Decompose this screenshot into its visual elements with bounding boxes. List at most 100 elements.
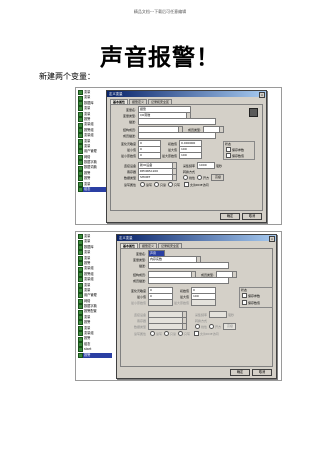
tree-node-icon [78, 320, 83, 326]
dialog-title: 定义变量 [119, 236, 133, 240]
convert-linear-radio [195, 324, 200, 330]
tree-item-label: 组态 [84, 187, 91, 192]
rw-readwrite-label: 读写 [156, 331, 163, 336]
tree-node-icon [78, 261, 83, 267]
reg-label: 寄存器 [136, 318, 146, 323]
save-value-label: 保存数值 [232, 153, 245, 158]
tree-item-label: 报警 [84, 352, 91, 357]
max-label: 最大值 [179, 294, 189, 299]
maxraw-input [191, 299, 216, 307]
desc-input[interactable] [138, 118, 216, 126]
ok-button[interactable]: 确定 [220, 212, 240, 220]
tree-node-icon [78, 352, 83, 358]
member-desc-input[interactable] [138, 132, 216, 140]
rw-readwrite-radio[interactable] [150, 331, 155, 337]
struct-label: 结构成员: [122, 127, 136, 132]
minraw-input [148, 299, 173, 307]
tab-panel: 变量名: 报警 变量类型: I/O离散 描述: 结构成员: 成员类型: 成员描述… [110, 104, 263, 211]
project-tree: 变量 变量 数据库 变量 变量 报警 变量组 报警组 变量组 变量 变量 用户管理 网络 数据字典 报警配置… [78, 234, 112, 378]
reg-label: 寄存器 [126, 169, 136, 174]
save-value-checkbox[interactable] [226, 153, 231, 158]
tree-node-icon [78, 298, 83, 304]
ok-button[interactable]: 确定 [230, 368, 250, 376]
tree-node-icon [78, 293, 83, 299]
rw-readonly-radio[interactable] [154, 182, 160, 188]
tree-node-icon [78, 187, 83, 193]
convert-sqrt-label: 开方 [203, 175, 210, 180]
maxraw-input[interactable]: 100 [179, 152, 202, 160]
convert-linear-label: 线性 [189, 175, 196, 180]
desc-label: 描述: [138, 263, 146, 268]
tree-node-icon [78, 244, 83, 250]
tree-node-icon [78, 154, 83, 160]
advanced-button: 高级 [223, 323, 237, 331]
tree-node-icon [78, 111, 83, 117]
state-label: 状态 [241, 288, 248, 292]
tree-item[interactable]: 报警 [78, 352, 112, 358]
device-label: 连接设备 [133, 312, 146, 317]
save-value-checkbox[interactable] [242, 300, 247, 305]
rw-readwrite-radio[interactable] [140, 182, 145, 188]
tree-node-icon [78, 331, 83, 337]
page-subtitle: 新建两个变量： [39, 72, 95, 81]
rw-readonly-label: 只读 [160, 182, 167, 187]
tree-node-icon [78, 106, 83, 112]
screenshot-define-var-sound: 变量 变量 数据库 变量 变量 报警 变量组 报警组 变量组 变量 变量 用户管理 网络 数据字典 报警配置… [75, 231, 282, 381]
rw-readonly-radio[interactable] [164, 331, 170, 337]
advanced-button[interactable]: 高级 [211, 174, 225, 182]
convert-linear-radio[interactable] [183, 175, 188, 181]
member-desc-label: 成员描述: [122, 133, 136, 138]
allow-dde-checkbox[interactable] [194, 331, 200, 337]
datatype-label: 数据类型 [133, 324, 146, 329]
tree-node-icon [78, 176, 83, 182]
cancel-button[interactable]: 取消 [252, 368, 272, 376]
cancel-button[interactable]: 取消 [242, 212, 262, 220]
rw-writeonly-radio[interactable] [168, 182, 174, 188]
member-type-label: 成员类型: [187, 127, 201, 132]
close-icon[interactable]: × [259, 92, 265, 98]
tree-node-icon [78, 160, 83, 166]
save-param-checkbox[interactable] [226, 147, 231, 152]
var-type-label: 变量类型: [132, 257, 146, 262]
init-label: 初始值 [179, 288, 189, 293]
rw-writeonly-radio[interactable] [178, 331, 184, 337]
tree-node-icon [78, 165, 83, 171]
change-label: 变化灵敏度 [120, 141, 136, 146]
rw-writeonly-label: 只写 [184, 331, 191, 336]
rw-label: 读写属性 [123, 182, 136, 187]
tree-node-icon [78, 277, 83, 283]
tree-node-icon [78, 133, 83, 139]
member-desc-input[interactable] [148, 277, 229, 285]
tree-node-icon [78, 266, 83, 272]
tree-node-icon [78, 144, 83, 150]
dialog-titlebar: 定义变量 × [107, 91, 266, 98]
save-value-label: 保存数值 [248, 300, 261, 305]
datatype-select [148, 323, 187, 331]
tree-node-icon [78, 315, 83, 321]
desc-input[interactable] [148, 262, 229, 270]
tree-node-icon [78, 347, 83, 353]
tree-node-icon [78, 234, 83, 240]
tree-node-icon [78, 181, 83, 187]
datatype-select[interactable]: SHORT [138, 174, 177, 182]
minraw-input[interactable]: 0 [138, 152, 161, 160]
rw-writeonly-label: 只写 [174, 182, 181, 187]
state-label: 状态 [225, 142, 232, 146]
collect-label: 采集频率 [194, 312, 207, 317]
allow-dde-checkbox[interactable] [184, 182, 190, 188]
variable-icon [249, 108, 258, 117]
minraw-label: 最小原始值 [130, 300, 146, 305]
tree-node-icon [78, 239, 83, 245]
state-group: 状态 保存参数 保存数值 [223, 141, 255, 160]
tree-node-icon [78, 127, 83, 133]
tree-node-icon [78, 304, 83, 310]
min-label: 最小值 [136, 294, 146, 299]
save-param-checkbox[interactable] [242, 293, 247, 298]
convert-linear-label: 线性 [201, 324, 208, 329]
member-desc-label: 成员描述: [132, 278, 146, 283]
convert-sqrt-radio[interactable] [197, 175, 203, 181]
var-name-label: 变量名: [125, 107, 136, 112]
tree-node-icon [78, 100, 83, 106]
tree-node-icon [78, 95, 83, 101]
close-icon[interactable]: × [269, 236, 275, 242]
